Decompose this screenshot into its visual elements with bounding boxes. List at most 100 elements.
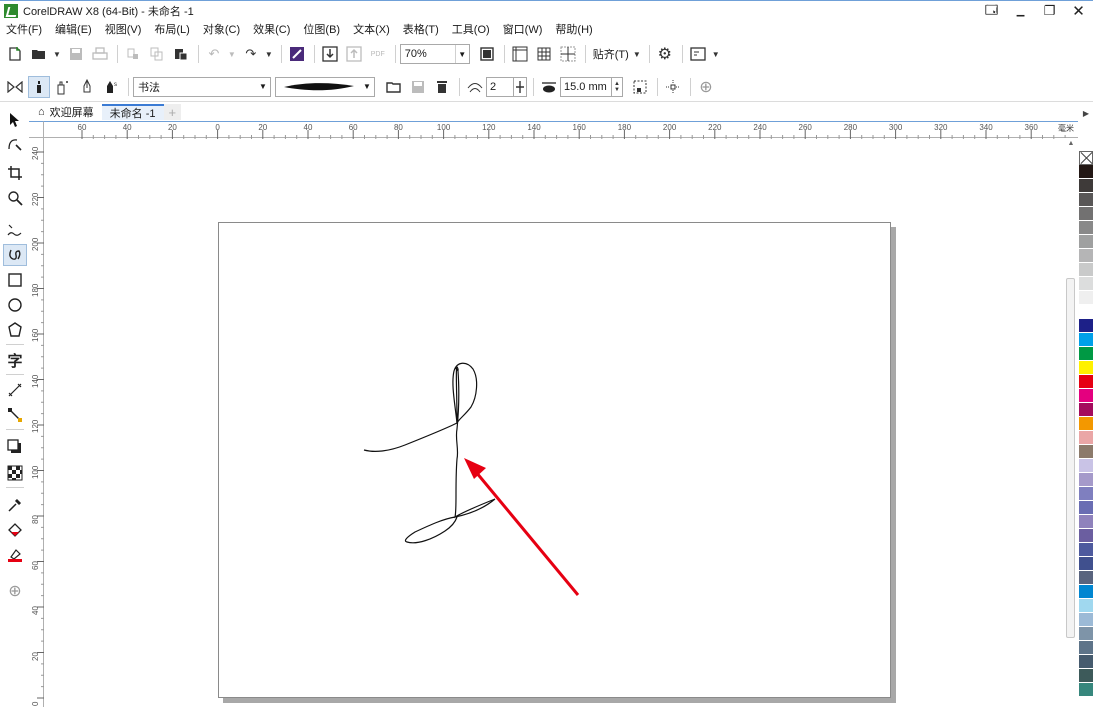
- menu-tools[interactable]: 工具(O): [452, 21, 490, 37]
- show-guidelines-icon[interactable]: [557, 43, 579, 65]
- color-swatch[interactable]: [1079, 249, 1093, 263]
- search-content-icon[interactable]: [286, 43, 308, 65]
- undo-dropdown-arrow-icon[interactable]: ▼: [228, 50, 236, 59]
- menu-help[interactable]: 帮助(H): [555, 21, 592, 37]
- color-swatch[interactable]: [1079, 347, 1093, 361]
- horizontal-ruler[interactable]: 毫米 60 40 20 0 20 40 60 80 100 120 140 160 180 200 220 2…: [44, 121, 1078, 139]
- stroke-dropdown-arrow-icon[interactable]: ▼: [360, 78, 374, 96]
- color-swatch[interactable]: [1079, 305, 1093, 319]
- color-swatch[interactable]: [1079, 599, 1093, 613]
- open-folder-icon[interactable]: [28, 43, 50, 65]
- artistic-media-tool-icon[interactable]: [3, 244, 27, 266]
- category-dropdown-arrow-icon[interactable]: ▼: [256, 78, 270, 96]
- tab-untitled-document[interactable]: 未命名 -1: [101, 104, 164, 120]
- restore-button[interactable]: ❐: [1035, 1, 1064, 21]
- color-swatch[interactable]: [1079, 263, 1093, 277]
- text-tool-icon[interactable]: 字: [3, 349, 27, 371]
- color-swatch[interactable]: [1079, 683, 1093, 697]
- redo-dropdown-arrow-icon[interactable]: ▼: [265, 50, 273, 59]
- stroke-width-field[interactable]: 15.0 mm: [560, 76, 612, 97]
- crop-tool-icon[interactable]: [3, 162, 27, 184]
- color-swatch[interactable]: [1079, 291, 1093, 305]
- color-swatch[interactable]: [1079, 389, 1093, 403]
- vertical-scrollbar[interactable]: ▲: [1064, 138, 1078, 707]
- menu-table[interactable]: 表格(T): [403, 21, 439, 37]
- vertical-ruler[interactable]: 240 220 200 180 160 140 120 100 80 60 40 20 0: [29, 138, 44, 707]
- color-swatch[interactable]: [1079, 515, 1093, 529]
- width-spinner-icon[interactable]: ▲ ▼: [611, 76, 623, 97]
- color-swatch[interactable]: [1079, 431, 1093, 445]
- launcher-dropdown-arrow-icon[interactable]: ▼: [712, 50, 720, 59]
- color-swatch[interactable]: [1079, 459, 1093, 473]
- color-swatch[interactable]: [1079, 361, 1093, 375]
- color-swatch[interactable]: [1079, 655, 1093, 669]
- quick-customize-plus-icon[interactable]: ⊕: [695, 76, 717, 98]
- color-swatch[interactable]: [1079, 543, 1093, 557]
- open-dropdown-arrow-icon[interactable]: ▼: [53, 50, 61, 59]
- color-swatch[interactable]: [1079, 585, 1093, 599]
- brush-stroke-combo[interactable]: ▼: [275, 76, 375, 97]
- parallel-dimension-tool-icon[interactable]: [3, 379, 27, 401]
- pick-tool-icon[interactable]: [3, 109, 27, 131]
- publish-pdf-icon[interactable]: PDF: [367, 43, 389, 65]
- export-icon[interactable]: [343, 43, 365, 65]
- new-tab-button[interactable]: +: [163, 104, 182, 120]
- vertical-scrollbar-thumb[interactable]: [1066, 278, 1075, 638]
- snap-to-menu[interactable]: 贴齐(T): [593, 46, 629, 62]
- ellipse-tool-icon[interactable]: [3, 294, 27, 316]
- freehand-smoothing-icon[interactable]: [464, 76, 486, 98]
- eyedropper-tool-icon[interactable]: [3, 494, 27, 516]
- no-color-swatch[interactable]: [1079, 151, 1093, 165]
- ruler-origin-corner[interactable]: [29, 121, 44, 138]
- color-swatch[interactable]: [1079, 557, 1093, 571]
- color-swatch[interactable]: [1079, 641, 1093, 655]
- color-swatch[interactable]: [1079, 277, 1093, 291]
- rectangle-tool-icon[interactable]: [3, 269, 27, 291]
- color-swatch[interactable]: [1079, 487, 1093, 501]
- polygon-tool-icon[interactable]: [3, 319, 27, 341]
- menu-text[interactable]: 文本(X): [353, 21, 390, 37]
- color-swatch[interactable]: [1079, 669, 1093, 683]
- menu-window[interactable]: 窗口(W): [503, 21, 543, 37]
- zoom-tool-icon[interactable]: [3, 187, 27, 209]
- options-gear-icon[interactable]: ⚙: [654, 43, 676, 65]
- color-swatch[interactable]: [1079, 473, 1093, 487]
- brush-mode-icon[interactable]: [28, 75, 50, 98]
- menu-bitmaps[interactable]: 位图(B): [303, 21, 340, 37]
- color-swatch[interactable]: [1079, 333, 1093, 347]
- menu-edit[interactable]: 编辑(E): [55, 21, 92, 37]
- color-swatch[interactable]: [1079, 417, 1093, 431]
- drawing-canvas[interactable]: [45, 139, 1077, 707]
- color-swatch[interactable]: [1079, 207, 1093, 221]
- color-swatch[interactable]: [1079, 501, 1093, 515]
- menu-file[interactable]: 文件(F): [6, 21, 42, 37]
- save-icon[interactable]: [65, 43, 87, 65]
- save-stroke-icon[interactable]: [407, 76, 429, 98]
- print-icon[interactable]: [89, 43, 111, 65]
- zoom-dropdown-arrow-icon[interactable]: ▼: [454, 45, 469, 63]
- zoom-level-combo[interactable]: 70% ▼: [399, 44, 470, 64]
- color-swatch[interactable]: [1079, 165, 1093, 179]
- cut-icon[interactable]: [122, 43, 144, 65]
- color-swatch[interactable]: [1079, 319, 1093, 333]
- tab-welcome-screen[interactable]: ⌂ 欢迎屏幕: [30, 104, 102, 120]
- menu-layout[interactable]: 布局(L): [154, 21, 189, 37]
- undo-icon[interactable]: ↶: [203, 43, 225, 65]
- color-swatch[interactable]: [1079, 627, 1093, 641]
- delete-trash-icon[interactable]: [431, 76, 453, 98]
- preset-category-combo[interactable]: 书法 ▼: [133, 76, 271, 97]
- palette-scroll-up-icon[interactable]: ▶: [1079, 109, 1093, 149]
- show-rulers-icon[interactable]: [509, 43, 531, 65]
- color-swatch[interactable]: [1079, 529, 1093, 543]
- preset-mode-icon[interactable]: [4, 76, 26, 98]
- color-swatch[interactable]: [1079, 571, 1093, 585]
- freehand-tool-icon[interactable]: [3, 219, 27, 241]
- copy-icon[interactable]: [146, 43, 168, 65]
- color-swatch[interactable]: [1079, 193, 1093, 207]
- full-screen-preview-icon[interactable]: [476, 43, 498, 65]
- color-swatch[interactable]: [1079, 375, 1093, 389]
- close-button[interactable]: ✕: [1064, 1, 1093, 21]
- object-properties-icon[interactable]: [629, 76, 651, 98]
- color-swatch[interactable]: [1079, 179, 1093, 193]
- interactive-fill-tool-icon[interactable]: [3, 519, 27, 541]
